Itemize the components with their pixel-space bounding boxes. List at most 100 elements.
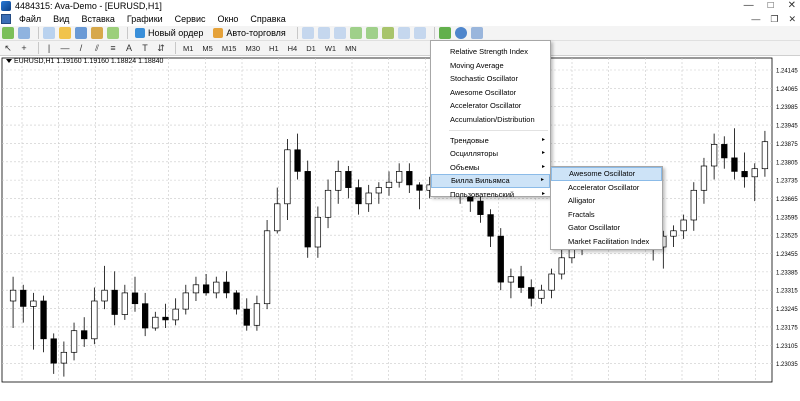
menu-group-volumes[interactable]: Объемы ▸ [431,161,550,175]
timeframe-d1[interactable]: D1 [303,44,319,53]
equidistant-channel-icon[interactable]: ⫽ [91,42,103,54]
candlesticks-icon[interactable] [317,27,330,39]
timeframe-mn[interactable]: MN [342,44,360,53]
menu-item-label: Relative Strength Index [450,47,528,56]
chart-window-icon[interactable] [1,14,11,24]
autotrading-button[interactable]: Авто-торговля [210,27,288,40]
submenu-item-alligator[interactable]: Alligator [551,194,662,208]
title-bar: 4484315: Ava-Demo - [EURUSD,H1] — □ ✕ [0,0,800,12]
submenu-item-gator-oscillator[interactable]: Gator Oscillator [551,221,662,235]
candle-bullish [690,189,697,221]
menu-item-label: Трендовые [450,135,489,145]
status-strip [0,389,800,401]
y-tick-label: 1.23985 [776,105,798,111]
profiles-icon[interactable] [18,27,30,39]
candle-bullish [558,257,565,275]
menu-tools[interactable]: Сервис [169,12,212,26]
horizontal-line-icon[interactable]: — [59,42,71,54]
menu-item-accelerator-oscillator[interactable]: Accelerator Oscillator [431,99,550,113]
menu-item-label: Awesome Oscillator [450,87,517,97]
tester-icon[interactable] [107,27,119,39]
templates-icon[interactable] [470,27,483,39]
autoscroll-icon[interactable] [413,27,426,39]
vertical-line-icon[interactable]: | [43,42,55,54]
submenu-item-market-facilitation-index[interactable]: Market Facilitation Index [551,235,662,249]
submenu-item-accelerator-oscillator[interactable]: Accelerator Oscillator [551,181,662,195]
menu-group-custom[interactable]: Пользовательский ▸ [431,188,550,202]
zoom-out-icon[interactable] [365,27,378,39]
text-label-icon[interactable]: T [139,42,151,54]
menu-item-moving-average[interactable]: Moving Average [431,59,550,73]
zoom-in-icon[interactable] [349,27,362,39]
candle-bearish [142,303,149,329]
menu-view[interactable]: Вид [47,12,75,26]
navigator-icon[interactable] [75,27,87,39]
new-chart-icon[interactable] [2,27,14,39]
timeframe-m1[interactable]: M1 [180,44,196,53]
toolbar-separator [175,42,176,54]
indicators-icon[interactable] [438,27,451,39]
timeframe-h1[interactable]: H1 [266,44,282,53]
candle-bullish [670,230,677,237]
menu-item-awesome-oscillator[interactable]: Awesome Oscillator [431,86,550,100]
chart-window-controls: — ❐ ✕ [751,12,796,26]
candle-bearish [40,300,47,340]
menu-charts[interactable]: Графики [121,12,169,26]
chart-symbol-arrow-icon [6,59,12,64]
chart-restore-button[interactable]: ❐ [770,12,778,26]
menu-group-bill-williams[interactable]: Билла Вильямса ▸ [431,174,550,188]
menu-help[interactable]: Справка [244,12,291,26]
market-watch-icon[interactable] [43,27,55,39]
menu-item-label: Объемы [450,162,480,172]
tile-windows-icon[interactable] [381,27,394,39]
trendline-icon[interactable]: / [75,42,87,54]
text-icon[interactable]: A [123,42,135,54]
timeframe-m15[interactable]: M15 [219,44,240,53]
submenu-arrow-icon: ▸ [541,190,545,197]
periods-icon[interactable] [454,27,467,39]
menu-group-trend[interactable]: Трендовые ▸ [431,134,550,148]
minimize-button[interactable]: — [744,0,754,11]
cursor-icon[interactable]: ↖ [2,42,14,54]
candle-bullish [152,316,159,329]
candle-bullish [761,141,769,170]
new-order-button[interactable]: Новый ордер [132,27,206,40]
fibonacci-icon[interactable]: ≡ [107,42,119,54]
submenu-arrow-icon: ▸ [541,136,545,143]
candle-bearish [111,289,118,315]
menu-file[interactable]: Файл [13,12,47,26]
close-button[interactable]: ✕ [788,0,796,11]
toolbar-separator [296,27,298,39]
timeframe-w1[interactable]: W1 [322,44,339,53]
y-tick-label: 1.23735 [776,179,798,185]
menu-group-oscillators[interactable]: Осцилляторы ▸ [431,147,550,161]
maximize-button[interactable]: □ [768,0,774,11]
candle-bullish [91,300,98,340]
submenu-item-awesome-oscillator[interactable]: Awesome Oscillator [551,167,662,181]
menu-item-rsi[interactable]: Relative Strength Index [431,45,550,59]
terminal-icon[interactable] [91,27,103,39]
arrows-icon[interactable]: ⇵ [155,42,167,54]
indicators-dropdown: Relative Strength Index Moving Average S… [430,40,551,199]
y-tick-label: 1.24145 [776,69,798,75]
timeframe-m5[interactable]: M5 [199,44,215,53]
price-chart[interactable]: 1.24145 1.24065 1.23985 1.23945 1.23875 1.238… [0,56,800,397]
timeframe-m30[interactable]: M30 [242,44,263,53]
menu-item-label: Accelerator Oscillator [450,101,522,111]
timeframe-h4[interactable]: H4 [285,44,301,53]
bar-chart-icon[interactable] [301,27,314,39]
menu-window[interactable]: Окно [212,12,245,26]
chart-canvas[interactable]: 1.24145 1.24065 1.23985 1.23945 1.23875 1.238… [0,56,800,401]
chart-shift-icon[interactable] [397,27,410,39]
menu-item-label: Билла Вильямса [451,176,510,186]
data-window-icon[interactable] [59,27,71,39]
crosshair-icon[interactable]: + [18,42,30,54]
line-chart-icon[interactable] [333,27,346,39]
chart-minimize-button[interactable]: — [751,12,760,26]
menu-insert[interactable]: Вставка [75,12,120,26]
y-tick-label: 1.23595 [776,215,798,221]
chart-close-button[interactable]: ✕ [788,12,796,26]
menu-item-accumulation-distribution[interactable]: Accumulation/Distribution [431,113,550,127]
menu-item-stochastic[interactable]: Stochastic Oscillator [431,72,550,86]
submenu-item-fractals[interactable]: Fractals [551,208,662,222]
